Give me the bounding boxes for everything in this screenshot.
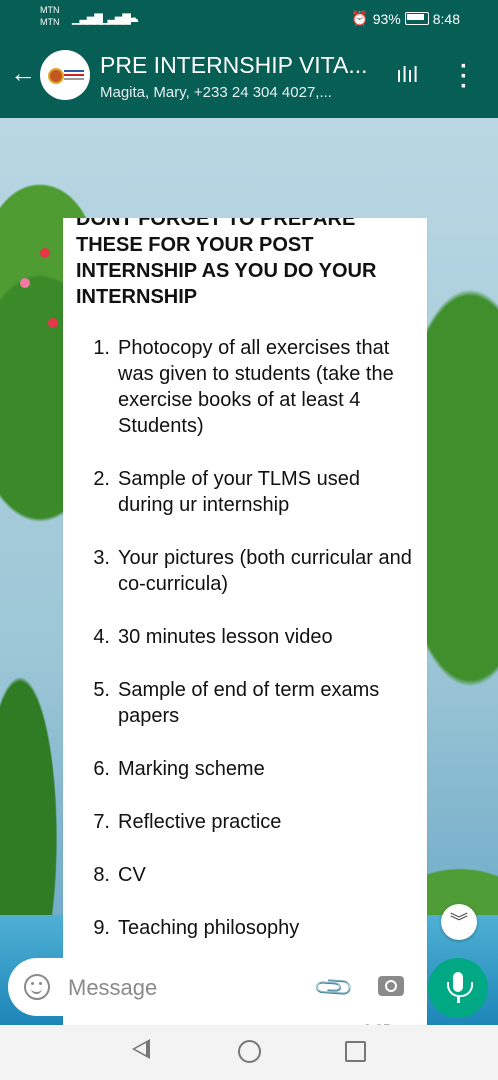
back-arrow-icon[interactable]: ← <box>10 60 36 86</box>
message-bubble[interactable]: DONT FORGET TO PREPARE THESE FOR YOUR PO… <box>63 218 427 1043</box>
emoji-icon[interactable] <box>24 974 50 1000</box>
battery-icon <box>404 12 429 25</box>
alarm-icon: ⏰ <box>351 10 369 26</box>
list-item-text: Reflective practice <box>118 811 282 833</box>
chat-title[interactable]: PRE INTERNSHIP VITA... <box>100 52 368 79</box>
carrier-labels: MTN MTN <box>40 4 60 28</box>
scroll-to-bottom-button[interactable]: ︾ <box>441 904 477 940</box>
list-item: 6. Marking scheme <box>63 756 427 782</box>
chat-header: ← PRE INTERNSHIP VITA... Magita, Mary, +… <box>0 36 498 118</box>
list-item-number: 4. <box>93 626 110 648</box>
system-nav-bar <box>0 1025 498 1080</box>
message-heading: DONT FORGET TO PREPARE THESE FOR YOUR PO… <box>76 218 377 308</box>
list-item-number: 7. <box>93 811 110 833</box>
group-avatar[interactable] <box>40 50 90 100</box>
signal-1-icon: ▁▃▅▇ <box>72 13 103 25</box>
voice-call-icon[interactable]: ılıl <box>396 62 418 88</box>
list-item-number: 2. <box>93 468 110 490</box>
list-item-text: Teaching philosophy <box>118 917 300 939</box>
voice-message-button[interactable] <box>428 958 488 1018</box>
list-item-text: 30 minutes lesson video <box>118 626 333 648</box>
nav-back-icon[interactable] <box>132 1039 150 1059</box>
list-item: 9. Teaching philosophy <box>63 915 427 941</box>
flower-decoration <box>20 278 30 288</box>
list-item: 2. Sample of your TLMS used during ur int… <box>63 466 427 518</box>
chat-participants[interactable]: Magita, Mary, +233 24 304 4027,... <box>100 84 332 101</box>
list-item: 3. Your pictures (both curricular and co-… <box>63 545 427 597</box>
status-right: ⏰ 93% 8:48 <box>351 10 460 27</box>
more-options-icon[interactable]: · · · <box>460 55 468 99</box>
list-item-number: 8. <box>93 864 110 886</box>
flower-decoration <box>48 318 58 328</box>
clock: 8:48 <box>432 10 460 27</box>
status-bar: MTN MTN ▁▃▅▇ ▁▃▅▇ ☁ ⏰ 93% 8:48 <box>0 0 498 36</box>
list-item-text: Marking scheme <box>118 758 265 780</box>
list-item-number: 1. <box>93 337 110 359</box>
list-item-number: 9. <box>93 917 110 939</box>
seal-logo-icon <box>48 68 64 84</box>
cloud-icon: ☁ <box>126 10 139 25</box>
list-item-text: Sample of your TLMS used during ur inter… <box>118 468 360 516</box>
mic-icon-arc <box>447 982 473 997</box>
list-item: 8. CV <box>63 862 427 888</box>
flower-decoration <box>40 248 50 258</box>
message-list: 1. Photocopy of all exercises that was gi… <box>63 335 427 1021</box>
list-item-number: 6. <box>93 758 110 780</box>
carrier-1-label: MTN <box>40 5 60 15</box>
chat-wallpaper: DONT FORGET TO PREPARE THESE FOR YOUR PO… <box>0 118 498 1043</box>
list-item-text: Photocopy of all exercises that was give… <box>118 337 394 437</box>
list-item-number: 3. <box>93 547 110 569</box>
logo-text-lines <box>64 70 84 72</box>
list-item: 1. Photocopy of all exercises that was gi… <box>63 335 427 439</box>
attach-icon[interactable]: 📎 <box>312 965 357 1010</box>
camera-icon[interactable] <box>378 976 404 996</box>
battery-percent: 93% <box>372 10 401 27</box>
list-item-text: CV <box>118 864 146 886</box>
list-item-text: Sample of end of term exams papers <box>118 679 380 727</box>
mic-icon-stem <box>456 997 460 1003</box>
nav-recents-icon[interactable] <box>345 1041 366 1062</box>
carrier-2-label: MTN <box>40 17 60 27</box>
message-input[interactable] <box>66 970 300 1006</box>
list-item-number: 5. <box>93 679 110 701</box>
list-item-text: Your pictures (both curricular and co-cu… <box>118 547 412 595</box>
message-composer: 📎 <box>8 958 416 1016</box>
list-item: 5. Sample of end of term exams papers <box>63 677 427 729</box>
list-item: 4. 30 minutes lesson video <box>63 624 427 650</box>
list-item: 7. Reflective practice <box>63 809 427 835</box>
chevron-double-down-icon: ︾ <box>450 912 468 932</box>
nav-home-icon[interactable] <box>238 1040 261 1063</box>
